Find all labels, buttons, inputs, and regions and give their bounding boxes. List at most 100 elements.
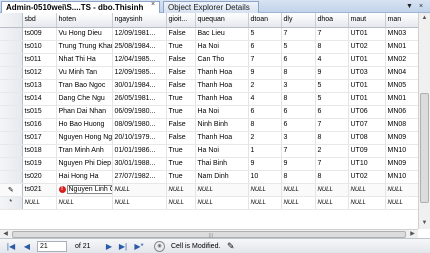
grid-cell[interactable]: MN03 bbox=[385, 27, 418, 41]
scroll-down-icon[interactable]: ▼ bbox=[419, 218, 430, 229]
row-selector[interactable] bbox=[0, 53, 23, 67]
grid-cell[interactable]: Tran Minh Anh bbox=[56, 144, 113, 158]
grid-cell[interactable]: UT09 bbox=[348, 144, 386, 158]
grid-cell[interactable]: 01/01/1986... bbox=[112, 144, 167, 158]
grid-cell[interactable]: False bbox=[166, 66, 196, 80]
grid-cell[interactable]: UT01 bbox=[348, 53, 386, 67]
grid-cell[interactable]: MN06 bbox=[385, 105, 418, 119]
vertical-scroll-thumb[interactable] bbox=[420, 93, 429, 203]
grid-cell[interactable]: UT02 bbox=[348, 40, 386, 54]
first-record-icon[interactable]: |◀ bbox=[5, 241, 17, 252]
grid-cell[interactable]: 7 bbox=[248, 53, 282, 67]
grid-cell[interactable]: 9 bbox=[315, 66, 349, 80]
new-row[interactable]: * NULL NULL NULL NULL NULL NULL NULL NULL NULL NUL… bbox=[0, 196, 418, 210]
grid-cell[interactable]: False bbox=[166, 27, 196, 41]
current-row-input[interactable]: 21 bbox=[37, 241, 67, 252]
grid-cell[interactable]: 27/07/1982... bbox=[112, 170, 167, 184]
column-header[interactable]: ngaysinh bbox=[112, 13, 167, 28]
grid-cell[interactable]: 30/01/1988... bbox=[112, 157, 167, 171]
table-row[interactable]: ts017 Nguyen Hong Ngoc20/10/1979... False T… bbox=[0, 131, 418, 145]
table-row[interactable]: ts010 Trung Trung Khang25/08/1984... True H… bbox=[0, 40, 418, 54]
grid-cell[interactable]: 10 bbox=[248, 170, 282, 184]
grid-cell[interactable]: Ha Noi bbox=[195, 144, 249, 158]
grid-cell[interactable]: Phan Dai Nhan bbox=[56, 105, 113, 119]
grid-cell[interactable]: UT01 bbox=[348, 27, 386, 41]
grid-cell[interactable]: MN10 bbox=[385, 170, 418, 184]
grid-cell[interactable]: 4 bbox=[315, 53, 349, 67]
column-header[interactable]: dly bbox=[281, 13, 316, 28]
grid-cell[interactable]: NULL bbox=[315, 196, 349, 210]
grid-cell[interactable]: UT06 bbox=[348, 105, 386, 119]
previous-record-icon[interactable]: ◀ bbox=[21, 241, 33, 252]
grid-cell[interactable]: 8 bbox=[248, 118, 282, 132]
tab-list-dropdown-icon[interactable]: ▼ bbox=[406, 1, 413, 12]
editing-row[interactable]: ✎ts021!Nguyen Linh GiangNULLNULLNULLNULL… bbox=[0, 183, 418, 197]
grid-cell[interactable]: Bac Lieu bbox=[195, 27, 249, 41]
table-row[interactable]: ts009 Vu Hong Dieu 12/09/1981... False Bac L… bbox=[0, 27, 418, 41]
grid-cell[interactable]: 7 bbox=[281, 144, 316, 158]
tab-object-explorer-details[interactable]: Object Explorer Details bbox=[163, 1, 259, 13]
table-row[interactable]: ts012 Vu Minh Tan 12/09/1985... False Thanh … bbox=[0, 66, 418, 80]
grid-cell[interactable]: ts016 bbox=[22, 118, 57, 132]
grid-cell[interactable]: Thanh Hoa bbox=[195, 92, 249, 106]
grid-cell[interactable]: 7 bbox=[315, 27, 349, 41]
table-row[interactable]: ts016 Ho Bao Huong 08/09/1980... False Ninh … bbox=[0, 118, 418, 132]
grid-cell[interactable]: ts019 bbox=[22, 157, 57, 171]
grid-cell[interactable]: NULL bbox=[56, 196, 113, 210]
table-row[interactable]: ts015 Phan Dai Nhan 06/09/1980... True Ha No… bbox=[0, 105, 418, 119]
grid-cell[interactable]: 1 bbox=[248, 144, 282, 158]
grid-cell[interactable]: 5 bbox=[281, 40, 316, 54]
results-grid[interactable]: sbd hoten ngaysinh gioit... quequan dtoan dly d… bbox=[0, 13, 418, 229]
grid-cell[interactable]: Nguyen Phi Diep bbox=[56, 157, 113, 171]
row-selector[interactable] bbox=[0, 66, 23, 80]
grid-cell[interactable]: ts020 bbox=[22, 170, 57, 184]
grid-cell[interactable]: Ha Noi bbox=[195, 40, 249, 54]
column-header[interactable]: quequan bbox=[195, 13, 249, 28]
grid-cell[interactable]: 9 bbox=[248, 66, 282, 80]
grid-cell[interactable]: MN04 bbox=[385, 66, 418, 80]
row-selector[interactable] bbox=[0, 92, 23, 106]
grid-cell[interactable]: MN05 bbox=[385, 79, 418, 93]
grid-cell[interactable]: Vu Hong Dieu bbox=[56, 27, 113, 41]
grid-cell[interactable]: ts017 bbox=[22, 131, 57, 145]
grid-cell[interactable]: 9 bbox=[248, 157, 282, 171]
grid-cell[interactable]: Thanh Hoa bbox=[195, 66, 249, 80]
grid-cell[interactable]: 12/04/1985... bbox=[112, 53, 167, 67]
grid-cell[interactable]: 12/09/1981... bbox=[112, 27, 167, 41]
close-window-icon[interactable]: × bbox=[419, 1, 423, 12]
grid-cell[interactable]: NULL bbox=[195, 183, 249, 197]
grid-cell[interactable]: NULL bbox=[348, 196, 386, 210]
row-selector[interactable]: ✎ bbox=[0, 183, 23, 197]
grid-cell[interactable]: UT02 bbox=[348, 170, 386, 184]
grid-cell[interactable]: Thanh Hoa bbox=[195, 79, 249, 93]
grid-cell[interactable]: MN01 bbox=[385, 40, 418, 54]
table-row[interactable]: ts018 Tran Minh Anh 01/01/1986... True Ha No… bbox=[0, 144, 418, 158]
grid-cell[interactable]: NULL bbox=[248, 196, 282, 210]
grid-cell[interactable]: False bbox=[166, 53, 196, 67]
grid-cell[interactable]: NULL bbox=[348, 183, 386, 197]
grid-cell[interactable]: 08/09/1980... bbox=[112, 118, 167, 132]
grid-cell[interactable]: NULL bbox=[195, 196, 249, 210]
table-row[interactable]: ts013 Tran Bao Ngoc 30/01/1984... False Than… bbox=[0, 79, 418, 93]
grid-cell[interactable]: NULL bbox=[22, 196, 57, 210]
grid-cell[interactable]: NULL bbox=[166, 183, 196, 197]
grid-cell[interactable]: UT10 bbox=[348, 157, 386, 171]
grid-cell[interactable]: True bbox=[166, 92, 196, 106]
grid-cell[interactable]: 7 bbox=[315, 118, 349, 132]
grid-cell[interactable]: ts014 bbox=[22, 92, 57, 106]
grid-cell[interactable]: 6 bbox=[248, 40, 282, 54]
grid-cell[interactable]: ts015 bbox=[22, 105, 57, 119]
grid-cell[interactable]: ts012 bbox=[22, 66, 57, 80]
grid-cell[interactable]: 12/09/1985... bbox=[112, 66, 167, 80]
grid-cell[interactable]: Trung Trung Khang bbox=[56, 40, 113, 54]
row-selector[interactable] bbox=[0, 79, 23, 93]
grid-cell[interactable]: ts018 bbox=[22, 144, 57, 158]
row-selector[interactable] bbox=[0, 40, 23, 54]
grid-cell[interactable]: MN08 bbox=[385, 118, 418, 132]
grid-cell[interactable]: ts013 bbox=[22, 79, 57, 93]
grid-cell[interactable]: MN02 bbox=[385, 53, 418, 67]
grid-cell[interactable]: Can Tho bbox=[195, 53, 249, 67]
grid-cell[interactable]: NULL bbox=[315, 183, 349, 197]
grid-cell[interactable]: 6 bbox=[248, 105, 282, 119]
grid-cell[interactable]: Thai Binh bbox=[195, 157, 249, 171]
